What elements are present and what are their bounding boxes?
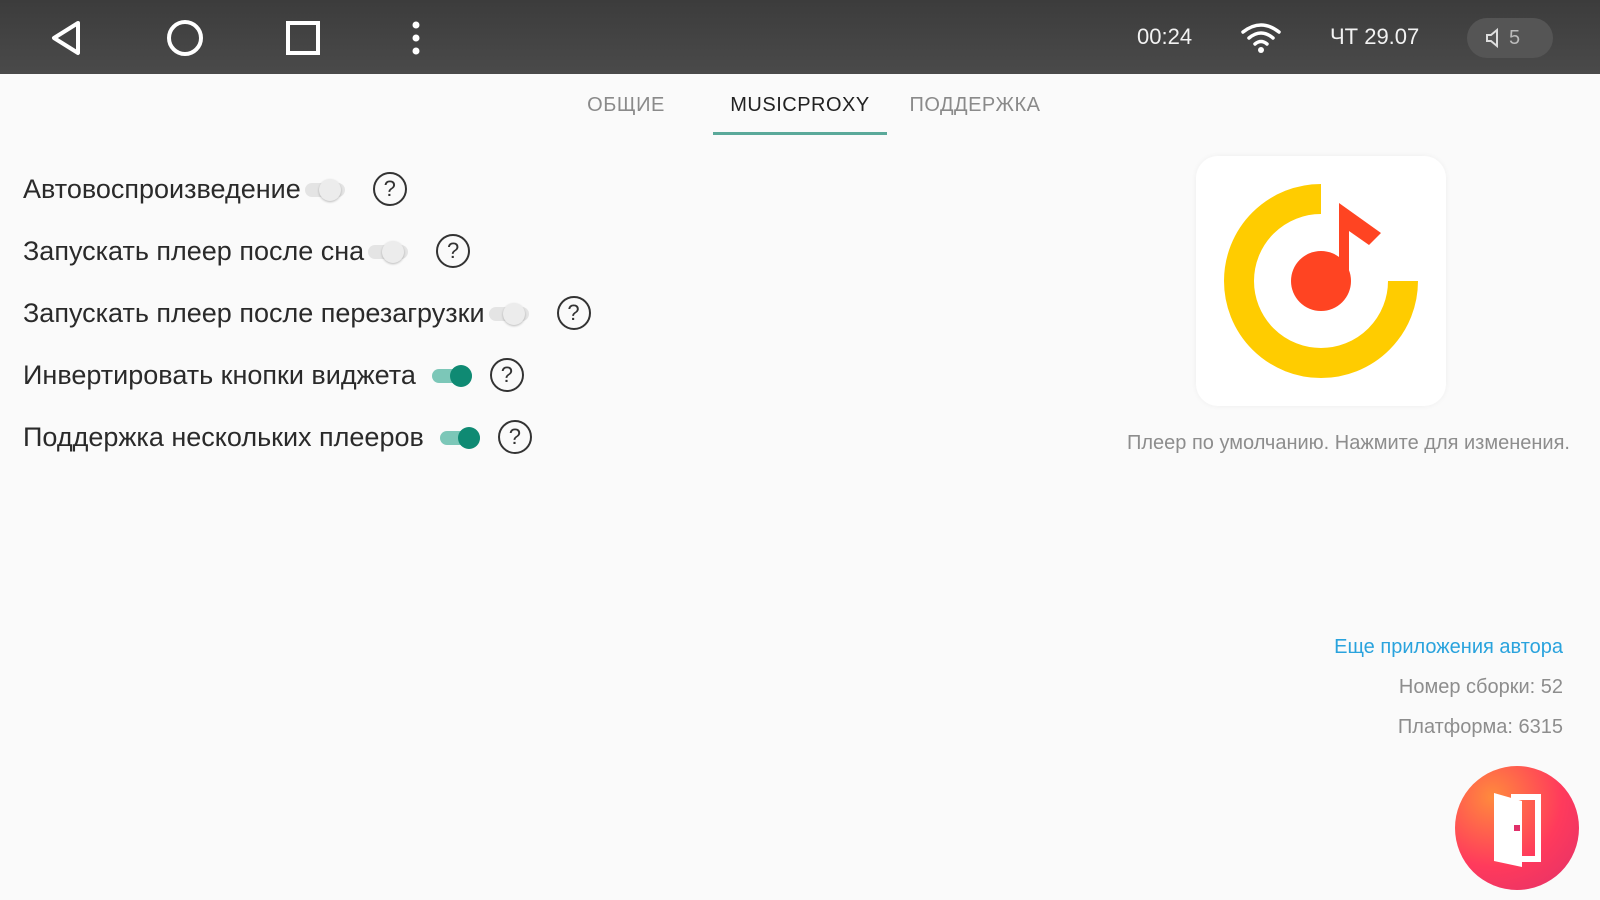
setting-row-start-after-reboot: Запускать плеер после перезагрузки ? xyxy=(23,289,591,337)
status-bar: 00:24 ЧТ 29.07 5 xyxy=(0,0,1600,74)
setting-label: Запускать плеер после сна xyxy=(23,235,365,266)
invert-widget-buttons-switch[interactable] xyxy=(431,363,472,387)
start-after-reboot-switch[interactable] xyxy=(488,301,529,325)
volume-level: 5 xyxy=(1509,26,1521,49)
setting-label: Запускать плеер после перезагрузки xyxy=(23,297,485,328)
setting-label: Автовоспроизведение xyxy=(23,173,301,204)
setting-label: Поддержка нескольких плееров xyxy=(23,421,424,452)
tab-indicator xyxy=(713,132,887,135)
date: ЧТ 29.07 xyxy=(1330,24,1420,49)
home-button[interactable] xyxy=(161,14,209,62)
wifi-icon xyxy=(1240,22,1282,59)
back-button[interactable] xyxy=(42,14,90,62)
help-icon[interactable]: ? xyxy=(372,172,407,206)
more-apps-link[interactable]: Еще приложения автора xyxy=(1334,636,1563,659)
default-player-button[interactable] xyxy=(1196,156,1446,406)
autoplay-switch[interactable] xyxy=(304,177,345,201)
default-player-caption: Плеер по умолчанию. Нажмите для изменени… xyxy=(1127,432,1570,454)
recents-square-icon xyxy=(286,21,320,55)
setting-row-start-after-sleep: Запускать плеер после сна ? xyxy=(23,227,471,275)
start-after-sleep-switch[interactable] xyxy=(368,239,409,263)
help-icon[interactable]: ? xyxy=(497,420,532,454)
setting-label: Инвертировать кнопки виджета xyxy=(23,359,416,390)
setting-row-invert-widget-buttons: Инвертировать кнопки виджета ? xyxy=(23,351,524,399)
tab-musicproxy[interactable]: MUSICPROXY xyxy=(713,94,887,117)
speaker-icon xyxy=(1486,27,1498,49)
help-icon[interactable]: ? xyxy=(556,296,591,330)
help-icon[interactable]: ? xyxy=(436,234,471,268)
volume-indicator[interactable]: 5 xyxy=(1467,18,1553,58)
clock: 00:24 xyxy=(1137,24,1193,49)
back-triangle-icon xyxy=(52,21,80,55)
platform-version: Платформа: 6315 xyxy=(1397,716,1563,738)
tab-support[interactable]: ПОДДЕРЖКА xyxy=(903,94,1047,117)
setting-row-autoplay: Автовоспроизведение ? xyxy=(23,165,407,213)
menu-button[interactable] xyxy=(392,14,440,62)
recents-button[interactable] xyxy=(279,14,327,62)
tab-general[interactable]: ОБЩИЕ xyxy=(585,94,667,117)
more-vert-icon xyxy=(412,21,420,55)
multiple-players-switch[interactable] xyxy=(439,425,480,449)
exit-door-icon xyxy=(1494,793,1541,867)
home-circle-icon xyxy=(167,20,203,56)
tab-bar: ОБЩИЕ MUSICPROXY ПОДДЕРЖКА xyxy=(0,74,1600,136)
build-number: Номер сборки: 52 xyxy=(1398,676,1563,698)
setting-row-multiple-players: Поддержка нескольких плееров ? xyxy=(23,413,532,461)
help-icon[interactable]: ? xyxy=(489,358,524,392)
yandex-music-icon xyxy=(1224,184,1418,378)
exit-button[interactable] xyxy=(1455,766,1579,890)
